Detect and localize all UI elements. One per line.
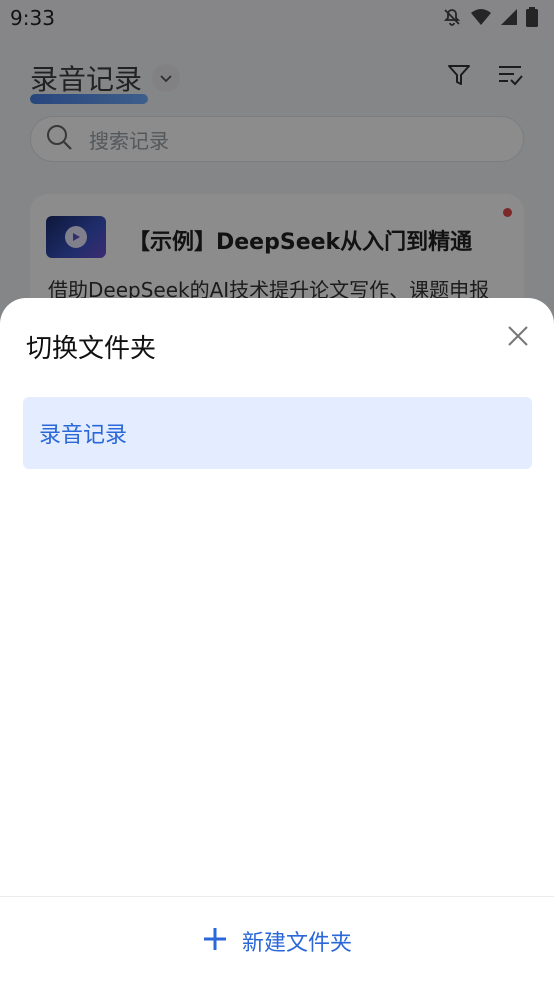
sheet-title: 切换文件夹 xyxy=(26,334,157,364)
new-folder-label: 新建文件夹 xyxy=(241,931,352,956)
close-icon[interactable] xyxy=(504,322,532,350)
plus-icon xyxy=(202,926,228,956)
folder-item-label: 录音记录 xyxy=(39,423,128,448)
switch-folder-sheet: 切换文件夹 录音记录 新建文件夹 xyxy=(0,298,554,985)
app-screen: 9:33 录音记录 搜索记录 【示例】DeepSeek从入门到精通 借助Deep… xyxy=(0,0,554,985)
folder-item-recordings[interactable]: 录音记录 xyxy=(23,397,532,469)
page-title: 录音记录 xyxy=(30,63,143,96)
new-folder-button[interactable]: 新建文件夹 xyxy=(0,896,554,985)
